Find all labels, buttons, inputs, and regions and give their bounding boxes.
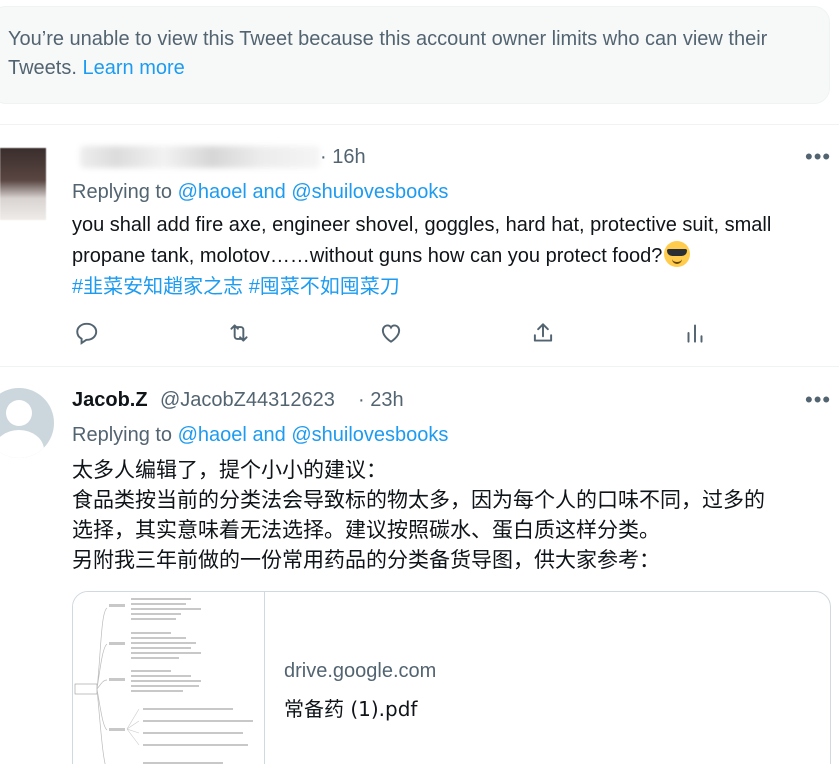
share-icon[interactable] (530, 320, 556, 346)
card-title: 常备药 (1).pdf (284, 697, 418, 721)
analytics-icon[interactable] (682, 320, 708, 346)
retweet-icon[interactable] (226, 320, 252, 346)
divider (0, 366, 839, 367)
more-options-icon[interactable]: ••• (805, 146, 831, 168)
replying-to-label: Replying to (72, 424, 173, 446)
tweet-time[interactable]: · 23h (358, 389, 404, 412)
user-handle[interactable]: @JacobZ44312623 (160, 389, 335, 412)
tweet-line: 选择，其实意味着无法选择。建议按照碳水、蛋白质这样分类。 (72, 518, 660, 542)
more-options-icon[interactable]: ••• (805, 389, 831, 411)
display-name-blurred (80, 146, 320, 168)
mindmap-thumbnail (73, 592, 265, 764)
mention-and[interactable]: and (252, 424, 285, 446)
tweet-time[interactable]: · 16h (320, 146, 366, 169)
replying-to: Replying to @haoel and @shuilovesbooks (72, 181, 448, 204)
like-heart-icon[interactable] (378, 320, 404, 346)
hashtag-link[interactable]: #韭菜安知趙家之志 (72, 276, 243, 298)
replying-to-label: Replying to (72, 181, 173, 203)
mention-link[interactable]: @shuilovesbooks (291, 424, 448, 446)
restricted-tweet-notice: You’re unable to view this Tweet because… (0, 6, 830, 104)
tweet-line: 太多人编辑了，提个小小的建议： (72, 458, 387, 482)
tweet-text: you shall add fire axe, engineer shovel,… (72, 210, 838, 303)
tweet-text: 太多人编辑了，提个小小的建议： 食品类按当前的分类法会导致标的物太多，因为每个人… (72, 455, 832, 575)
replying-to: Replying to @haoel and @shuilovesbooks (72, 424, 448, 447)
tweet-line: 另附我三年前做的一份常用药品的分类备货导图，供大家参考： (72, 548, 660, 572)
mention-link[interactable]: @shuilovesbooks (291, 181, 448, 203)
display-name[interactable]: Jacob.Z (72, 389, 148, 412)
divider (0, 124, 839, 125)
hashtag-link[interactable]: #囤菜不如囤菜刀 (249, 276, 400, 298)
tweet-line: 食品类按当前的分类法会导致标的物太多，因为每个人的口味不同，过多的 (72, 488, 765, 512)
link-preview-card[interactable]: drive.google.com 常备药 (1).pdf (72, 591, 831, 764)
default-avatar-icon[interactable] (0, 388, 54, 458)
reply-icon[interactable] (74, 320, 100, 346)
learn-more-link[interactable]: Learn more (82, 57, 184, 79)
mention-link[interactable]: @haoel (178, 424, 247, 446)
card-domain: drive.google.com (284, 660, 437, 682)
avatar[interactable] (0, 148, 46, 220)
sunglasses-emoji-icon (664, 241, 691, 267)
mention-link[interactable]: @haoel (178, 181, 247, 203)
mention-and[interactable]: and (252, 181, 285, 203)
